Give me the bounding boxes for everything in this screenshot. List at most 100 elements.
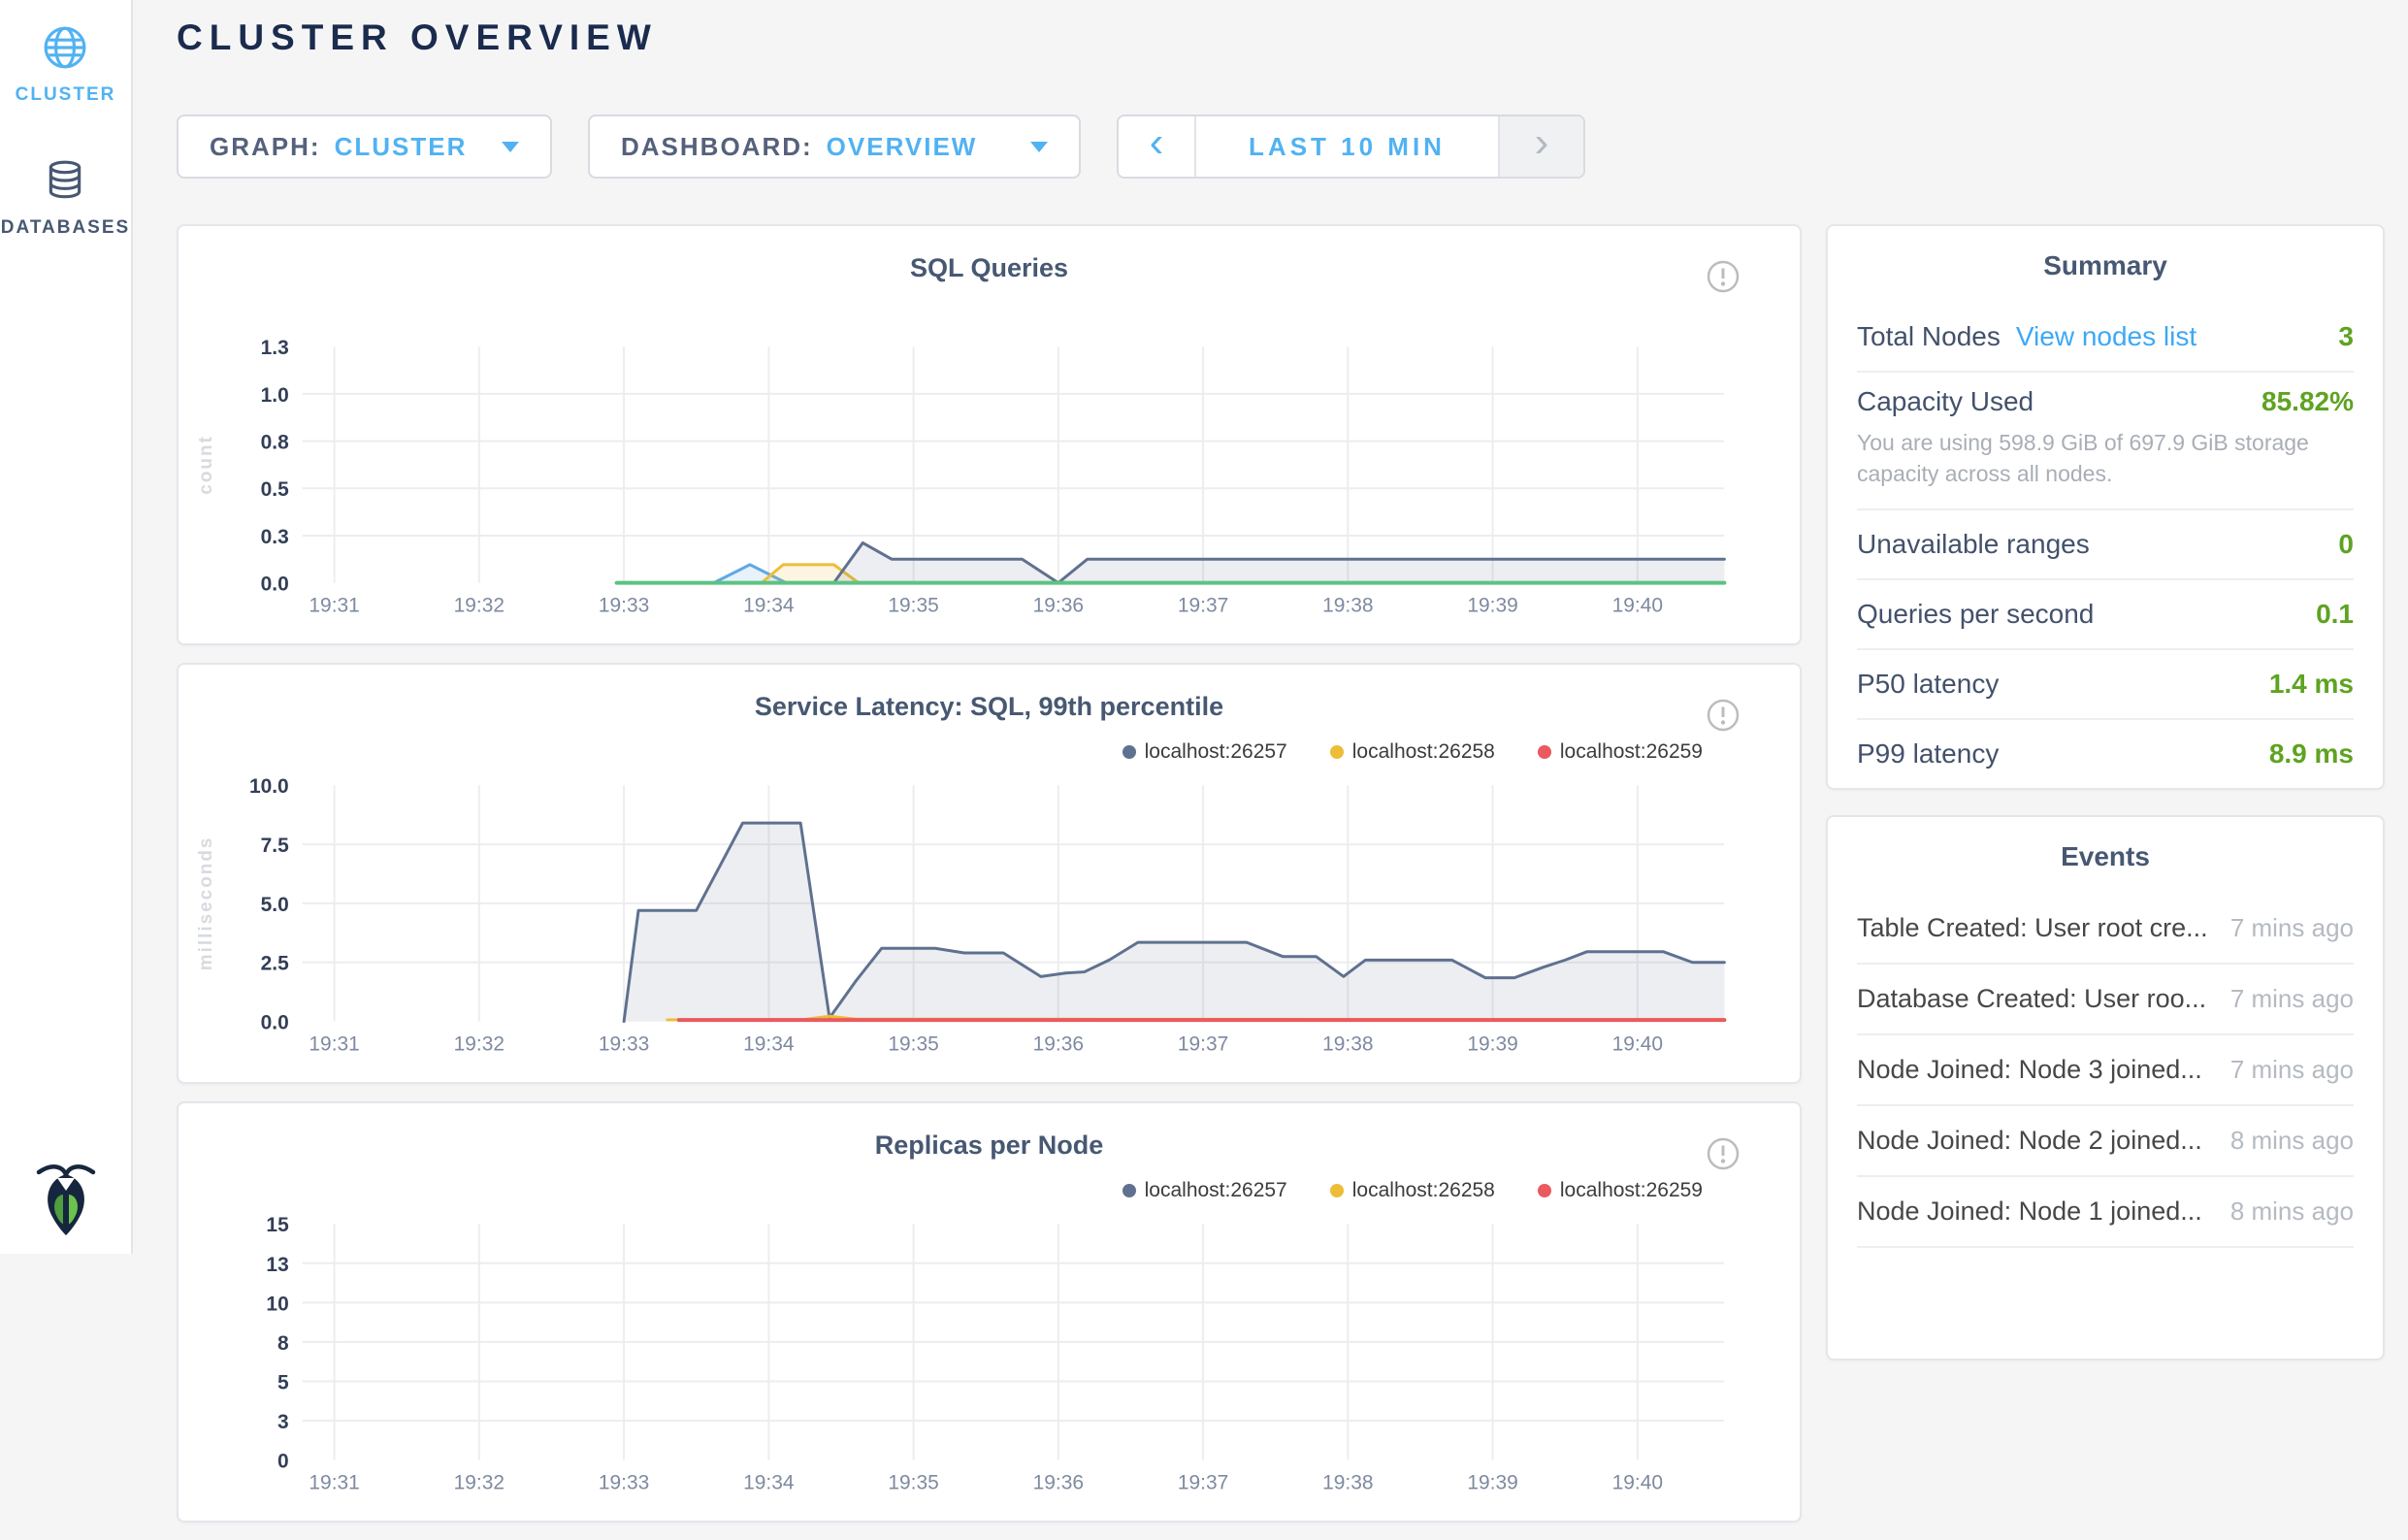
event-row[interactable]: Node Joined: Node 1 joined... 8 mins ago (1857, 1177, 2354, 1248)
controls-bar: GRAPH: CLUSTER DASHBOARD: OVERVIEW ‹ LAS… (177, 115, 1585, 179)
event-row[interactable]: Table Created: User root cre... 7 mins a… (1857, 894, 2354, 965)
svg-text:19:31: 19:31 (309, 1033, 359, 1056)
time-next-button[interactable]: › (1498, 116, 1583, 177)
event-time: 8 mins ago (2211, 1196, 2354, 1227)
page-title: CLUSTER OVERVIEW (177, 17, 658, 58)
svg-text:10.0: 10.0 (249, 775, 289, 798)
svg-text:2.5: 2.5 (261, 953, 289, 975)
svg-text:19:36: 19:36 (1033, 1472, 1084, 1494)
cockroach-bug-icon (34, 1160, 98, 1237)
svg-text:19:40: 19:40 (1612, 595, 1663, 617)
event-row[interactable]: Node Joined: Node 3 joined... 7 mins ago (1857, 1035, 2354, 1106)
graph-dropdown[interactable]: GRAPH: CLUSTER (177, 115, 552, 179)
summary-value: 85.82% (2262, 386, 2354, 417)
svg-text:19:33: 19:33 (599, 595, 649, 617)
svg-text:19:37: 19:37 (1178, 1472, 1228, 1494)
time-range-selector: ‹ LAST 10 MIN › (1117, 115, 1585, 179)
database-icon (43, 158, 87, 203)
summary-value: 3 (2338, 321, 2354, 352)
sidebar-item-label: DATABASES (1, 217, 130, 239)
summary-value: 8.9 ms (2269, 738, 2354, 770)
chevron-down-icon (1030, 142, 1048, 152)
svg-text:19:35: 19:35 (888, 1033, 938, 1056)
svg-text:13: 13 (266, 1254, 288, 1276)
summary-label: P99 latency (1857, 738, 1999, 770)
svg-text:19:32: 19:32 (454, 595, 504, 617)
svg-text:0: 0 (277, 1451, 289, 1473)
event-label: Database Created: User roo... (1857, 984, 2206, 1014)
svg-text:0.3: 0.3 (261, 526, 289, 548)
dashboard-dropdown[interactable]: DASHBOARD: OVERVIEW (588, 115, 1081, 179)
chevron-right-icon: › (1535, 121, 1549, 164)
svg-text:7.5: 7.5 (261, 835, 289, 857)
svg-text:19:37: 19:37 (1178, 595, 1228, 617)
service-latency-panel: Service Latency: SQL, 99th percentile lo… (177, 663, 1802, 1084)
svg-text:19:38: 19:38 (1322, 595, 1373, 617)
svg-text:19:34: 19:34 (743, 1033, 795, 1056)
event-row[interactable]: Node Joined: Node 2 joined... 8 mins ago (1857, 1106, 2354, 1177)
sql-queries-chart: 0.00.30.50.81.01.319:3119:3219:3319:3419… (179, 226, 1800, 643)
summary-title: Summary (1857, 226, 2354, 303)
svg-text:19:35: 19:35 (888, 595, 938, 617)
sql-queries-panel: SQL Queries 0.00.30.50.81.01.319:3119:32… (177, 224, 1802, 645)
summary-label: Unavailable ranges (1857, 529, 2090, 560)
svg-text:19:40: 19:40 (1612, 1033, 1663, 1056)
svg-text:5: 5 (277, 1371, 289, 1393)
event-time: 7 mins ago (2211, 984, 2354, 1014)
svg-text:19:38: 19:38 (1322, 1472, 1373, 1494)
events-panel: Events Table Created: User root cre... 7… (1826, 815, 2385, 1360)
charts-column: SQL Queries 0.00.30.50.81.01.319:3119:32… (177, 224, 1802, 1540)
summary-value: 1.4 ms (2269, 669, 2354, 700)
svg-text:3: 3 (277, 1411, 289, 1433)
sidebar-item-databases[interactable]: DATABASES (1, 158, 130, 239)
event-row[interactable]: Database Created: User roo... 7 mins ago (1857, 965, 2354, 1035)
main-content: CLUSTER OVERVIEW GRAPH: CLUSTER DASHBOAR… (133, 0, 2408, 1254)
summary-value: 0.1 (2316, 599, 2354, 630)
svg-text:19:37: 19:37 (1178, 1033, 1228, 1056)
summary-row: P99 latency 8.9 ms (1857, 720, 2354, 788)
time-prev-button[interactable]: ‹ (1119, 116, 1196, 177)
svg-text:19:39: 19:39 (1467, 1472, 1517, 1494)
svg-text:19:39: 19:39 (1467, 595, 1517, 617)
summary-label: Queries per second (1857, 599, 2094, 630)
svg-text:8: 8 (277, 1332, 289, 1355)
svg-text:0.8: 0.8 (261, 432, 289, 454)
capacity-note: You are using 598.9 GiB of 697.9 GiB sto… (1857, 427, 2347, 489)
graph-dropdown-value: CLUSTER (335, 132, 468, 162)
events-title: Events (1857, 817, 2354, 894)
svg-text:19:34: 19:34 (743, 595, 795, 617)
dashboard-dropdown-value: OVERVIEW (827, 132, 978, 162)
event-time: 7 mins ago (2211, 1055, 2354, 1085)
svg-text:19:33: 19:33 (599, 1472, 649, 1494)
summary-label: Capacity Used (1857, 386, 2034, 417)
chevron-down-icon (502, 142, 519, 152)
event-label: Node Joined: Node 1 joined... (1857, 1196, 2202, 1227)
svg-text:19:33: 19:33 (599, 1033, 649, 1056)
event-time: 7 mins ago (2211, 913, 2354, 943)
svg-text:1.3: 1.3 (261, 337, 289, 359)
right-column: Summary Total Nodes View nodes list 3 Ca… (1826, 224, 2385, 1360)
svg-text:19:31: 19:31 (309, 1472, 359, 1494)
svg-text:19:39: 19:39 (1467, 1033, 1517, 1056)
cockroachdb-logo (34, 1160, 98, 1242)
svg-text:19:38: 19:38 (1322, 1033, 1373, 1056)
summary-label: Total Nodes (1857, 321, 2001, 352)
summary-row: Unavailable ranges 0 (1857, 510, 2354, 580)
graph-dropdown-label: GRAPH: (210, 132, 321, 162)
summary-row: P50 latency 1.4 ms (1857, 650, 2354, 720)
summary-row-capacity: Capacity Used 85.82% You are using 598.9… (1857, 373, 2354, 510)
svg-text:19:32: 19:32 (454, 1472, 504, 1494)
chevron-left-icon: ‹ (1150, 121, 1164, 164)
sidebar-item-cluster[interactable]: CLUSTER (16, 25, 116, 106)
summary-value: 0 (2338, 529, 2354, 560)
svg-text:19:32: 19:32 (454, 1033, 504, 1056)
summary-row: Queries per second 0.1 (1857, 580, 2354, 650)
event-label: Table Created: User root cre... (1857, 913, 2208, 943)
time-range-button[interactable]: LAST 10 MIN (1196, 116, 1498, 177)
svg-text:15: 15 (266, 1214, 289, 1236)
view-nodes-list-link[interactable]: View nodes list (2016, 321, 2196, 352)
svg-text:count: count (196, 435, 216, 495)
svg-text:1.0: 1.0 (261, 384, 289, 407)
summary-panel: Summary Total Nodes View nodes list 3 Ca… (1826, 224, 2385, 790)
summary-label: P50 latency (1857, 669, 1999, 700)
